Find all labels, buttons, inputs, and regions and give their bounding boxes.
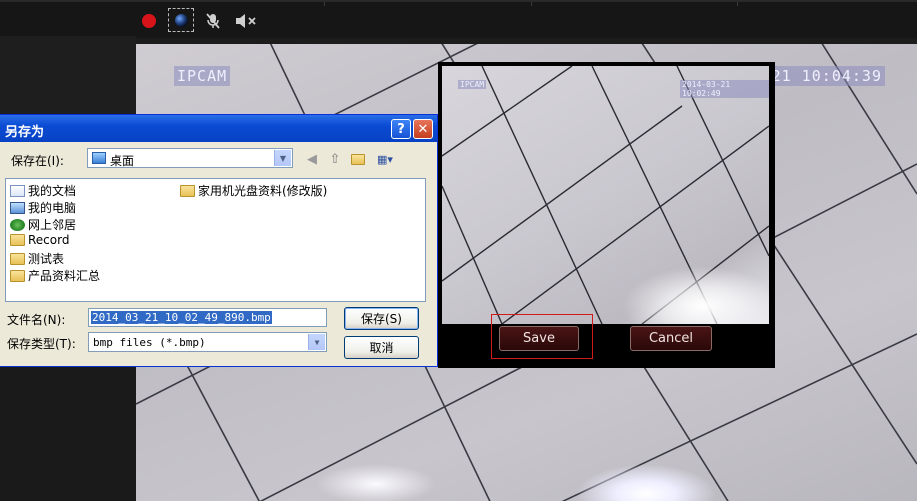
new-folder-icon[interactable] <box>349 150 367 168</box>
back-icon[interactable]: ◀ <box>303 150 321 168</box>
filename-label: 文件名(N): <box>7 313 66 327</box>
dialog-cancel-button[interactable]: 取消 <box>344 336 419 359</box>
up-folder-icon[interactable]: ⇧ <box>326 150 344 168</box>
toolbar-separator <box>324 2 325 6</box>
view-menu-icon[interactable]: ▦▾ <box>373 150 397 168</box>
record-icon[interactable] <box>137 10 161 32</box>
left-panel-lower <box>0 367 136 501</box>
folder-icon <box>10 252 25 265</box>
folder-icon <box>180 184 195 197</box>
filetype-dropdown[interactable]: bmp files (*.bmp) ▼ <box>88 332 327 352</box>
save-in-label: 保存在(I): <box>11 154 64 168</box>
toolbar-separator <box>531 2 532 6</box>
list-item[interactable]: 测试表 <box>10 250 64 267</box>
filename-value: 2014_03_21_10_02_49_890.bmp <box>91 311 272 324</box>
folder-icon <box>10 234 25 246</box>
snapshot-osd-timestamp: 2014-03-21 10:02:49 <box>680 80 769 98</box>
my-documents-icon <box>10 184 25 197</box>
folder-icon <box>10 269 25 282</box>
chevron-down-icon: ▼ <box>308 334 325 350</box>
chevron-down-icon: ▼ <box>274 150 291 166</box>
dialog-titlebar[interactable]: 另存为 ? ✕ <box>0 115 437 142</box>
network-places-icon <box>10 218 25 231</box>
list-item[interactable]: 网上邻居 <box>10 216 76 233</box>
video-osd-camera-name: IPCAM <box>174 66 231 86</box>
filename-input[interactable]: 2014_03_21_10_02_49_890.bmp <box>88 308 327 327</box>
toolbar-separator <box>737 2 738 6</box>
save-in-value: 桌面 <box>110 154 135 168</box>
dialog-save-button[interactable]: 保存(S) <box>344 307 419 330</box>
list-item[interactable]: 家用机光盘资料(修改版) <box>180 182 327 199</box>
desktop-icon <box>92 152 106 164</box>
dialog-title: 另存为 <box>5 125 45 140</box>
close-icon[interactable]: ✕ <box>413 119 433 139</box>
list-item[interactable]: 我的电脑 <box>10 199 76 216</box>
save-as-dialog: 另存为 ? ✕ 保存在(I): 桌面 ▼ ◀ ⇧ ▦▾ 我的文档 我的电脑 网上… <box>0 114 438 367</box>
file-list[interactable]: 我的文档 我的电脑 网上邻居 Record 测试表 产品资料汇总 家用机光盘资料… <box>5 178 426 302</box>
list-item[interactable]: 产品资料汇总 <box>10 267 100 284</box>
my-computer-icon <box>10 201 25 214</box>
snapshot-osd-camera-name: IPCAM <box>458 80 487 89</box>
list-item[interactable]: 我的文档 <box>10 182 76 199</box>
snapshot-image: IPCAM 2014-03-21 10:02:49 <box>442 66 769 324</box>
list-item[interactable]: Record <box>10 233 69 247</box>
preview-cancel-button[interactable]: Cancel <box>630 326 712 351</box>
camera-snapshot-icon[interactable] <box>168 8 194 32</box>
snapshot-preview: IPCAM 2014-03-21 10:02:49 Save Cancel <box>438 62 775 368</box>
filetype-value: bmp files (*.bmp) <box>93 336 206 349</box>
save-button-highlight <box>491 314 593 359</box>
video-toolbar <box>0 0 917 38</box>
mic-muted-icon[interactable] <box>201 10 225 32</box>
filetype-label: 保存类型(T): <box>7 337 76 351</box>
help-icon[interactable]: ? <box>391 119 411 139</box>
video-osd-timestamp: 21 10:04:39 <box>768 66 885 86</box>
speaker-muted-icon[interactable] <box>233 10 259 32</box>
save-in-dropdown[interactable]: 桌面 ▼ <box>87 148 293 168</box>
